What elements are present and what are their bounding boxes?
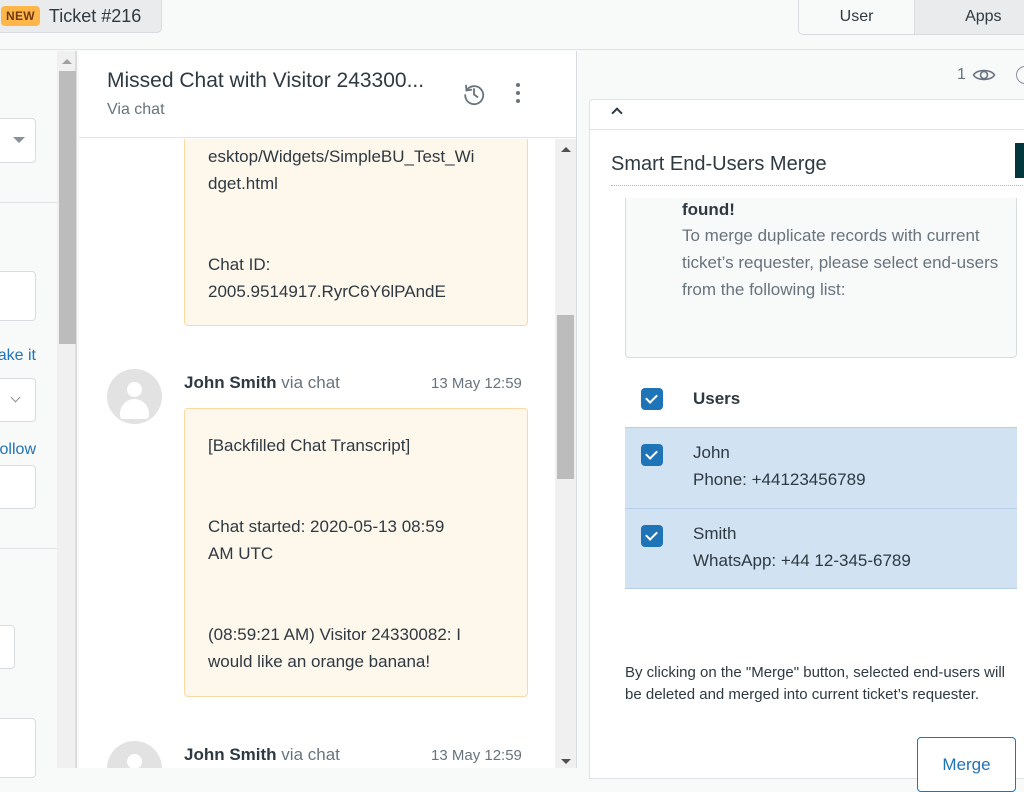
message-author: John Smith via chat	[184, 373, 340, 393]
top-bar: NEW Ticket #216 User Apps	[0, 0, 1024, 50]
tab-user[interactable]: User	[799, 0, 915, 34]
context-tabs: User Apps	[798, 0, 1024, 35]
message-line: AM UTC	[208, 544, 274, 563]
message-bubble: [Backfilled Chat Transcript] Chat starte…	[184, 408, 528, 697]
scroll-up-icon[interactable]	[62, 59, 72, 64]
tab-apps[interactable]: Apps	[914, 0, 1024, 34]
conversation-header: Missed Chat with Visitor 243300... Via c…	[79, 51, 577, 138]
message-line: (08:59:21 AM) Visitor 24330082: I	[208, 625, 461, 644]
take-it-link[interactable]: ake it	[0, 347, 36, 365]
small-field[interactable]	[0, 625, 15, 669]
avatar[interactable]	[107, 369, 162, 424]
app-title: Smart End-Users Merge	[611, 153, 827, 175]
app-card: Smart End-Users Merge found! To merge du…	[589, 99, 1024, 792]
app-brand-block	[1015, 143, 1024, 178]
message-line: Chat ID:	[208, 255, 271, 274]
conversation-title: Missed Chat with Visitor 243300...	[107, 69, 425, 92]
dropdown-field[interactable]	[0, 118, 36, 163]
viewers-indicator[interactable]: 1	[957, 66, 996, 84]
more-options-icon[interactable]	[515, 83, 521, 105]
scrollbar-thumb[interactable]	[59, 71, 76, 344]
author-channel: via chat	[281, 373, 340, 392]
divider	[0, 548, 57, 549]
users-column-header: Users	[693, 389, 741, 408]
ticket-title: Ticket #216	[48, 5, 142, 26]
message-author: John Smith via chat	[184, 745, 340, 765]
merge-disclaimer: By clicking on the "Merge" button, selec…	[625, 664, 1006, 703]
author-name[interactable]: John Smith	[184, 373, 277, 392]
notice-text: To merge duplicate records with current …	[682, 226, 999, 299]
user-row[interactable]: John Phone: +44123456789	[625, 427, 1017, 508]
select-field[interactable]	[0, 378, 36, 422]
user-row[interactable]: Smith WhatsApp: +44 12-345-6789	[625, 508, 1017, 589]
divider	[0, 202, 57, 203]
info-icon[interactable]	[1016, 66, 1024, 84]
user-name: John	[693, 443, 730, 462]
message-line: Chat started: 2020-05-13 08:59	[208, 517, 445, 536]
users-table-header: Users	[625, 379, 1017, 427]
text-field[interactable]	[0, 271, 36, 321]
followers-field[interactable]	[0, 465, 36, 509]
conversation-scrollbar[interactable]	[555, 139, 576, 768]
title-divider	[611, 185, 1024, 186]
text-field[interactable]	[0, 718, 36, 778]
history-icon[interactable]	[462, 82, 486, 106]
message-timestamp: 13 May 12:59	[431, 747, 522, 764]
viewer-count: 1	[957, 66, 966, 83]
notice-heading: found!	[682, 200, 735, 219]
conversation-panel: Missed Chat with Visitor 243300... Via c…	[79, 51, 577, 768]
merge-button[interactable]: Merge	[917, 737, 1016, 792]
properties-scrollbar[interactable]	[57, 51, 77, 768]
ticket-tab[interactable]: NEW Ticket #216	[0, 0, 162, 33]
user-detail: WhatsApp: +44 12-345-6789	[693, 551, 911, 570]
eye-icon	[972, 69, 996, 81]
message-line: [Backfilled Chat Transcript]	[208, 436, 411, 455]
chevron-down-icon	[10, 392, 21, 403]
ticket-properties-panel: ake it ollow	[0, 51, 57, 778]
message-line: dget.html	[208, 174, 278, 193]
user-detail: Phone: +44123456789	[693, 470, 866, 489]
duplicates-notice: found! To merge duplicate records with c…	[625, 198, 1017, 358]
user-name: Smith	[693, 524, 737, 543]
message-timestamp: 13 May 12:59	[431, 375, 522, 392]
app-card-header	[590, 100, 1024, 130]
collapse-caret-icon[interactable]	[611, 107, 623, 119]
scroll-down-icon[interactable]	[561, 759, 571, 764]
scrollbar-thumb[interactable]	[557, 315, 574, 479]
apps-panel: 1 Smart End-Users Merge found! To merge …	[578, 51, 1024, 792]
follow-link[interactable]: ollow	[0, 441, 36, 459]
conversation-log: esktop/Widgets/SimpleBU_Test_Wi dget.htm…	[79, 139, 555, 768]
message-bubble: esktop/Widgets/SimpleBU_Test_Wi dget.htm…	[184, 139, 528, 326]
message-line: 2005.9514917.RyrC6Y6lPAndE	[208, 282, 446, 301]
users-table: Users John Phone: +44123456789 Smith Wha…	[625, 379, 1017, 589]
select-all-checkbox[interactable]	[641, 388, 663, 410]
conversation-channel: Via chat	[107, 101, 165, 118]
status-badge: NEW	[1, 6, 40, 26]
message-line: would like an orange banana!	[208, 652, 431, 671]
user-checkbox[interactable]	[641, 525, 663, 547]
user-checkbox[interactable]	[641, 444, 663, 466]
scroll-up-icon[interactable]	[561, 147, 571, 152]
caret-down-icon	[13, 137, 25, 143]
author-name[interactable]: John Smith	[184, 745, 277, 764]
message-line: esktop/Widgets/SimpleBU_Test_Wi	[208, 147, 475, 166]
author-channel: via chat	[281, 745, 340, 764]
avatar[interactable]	[107, 741, 162, 768]
